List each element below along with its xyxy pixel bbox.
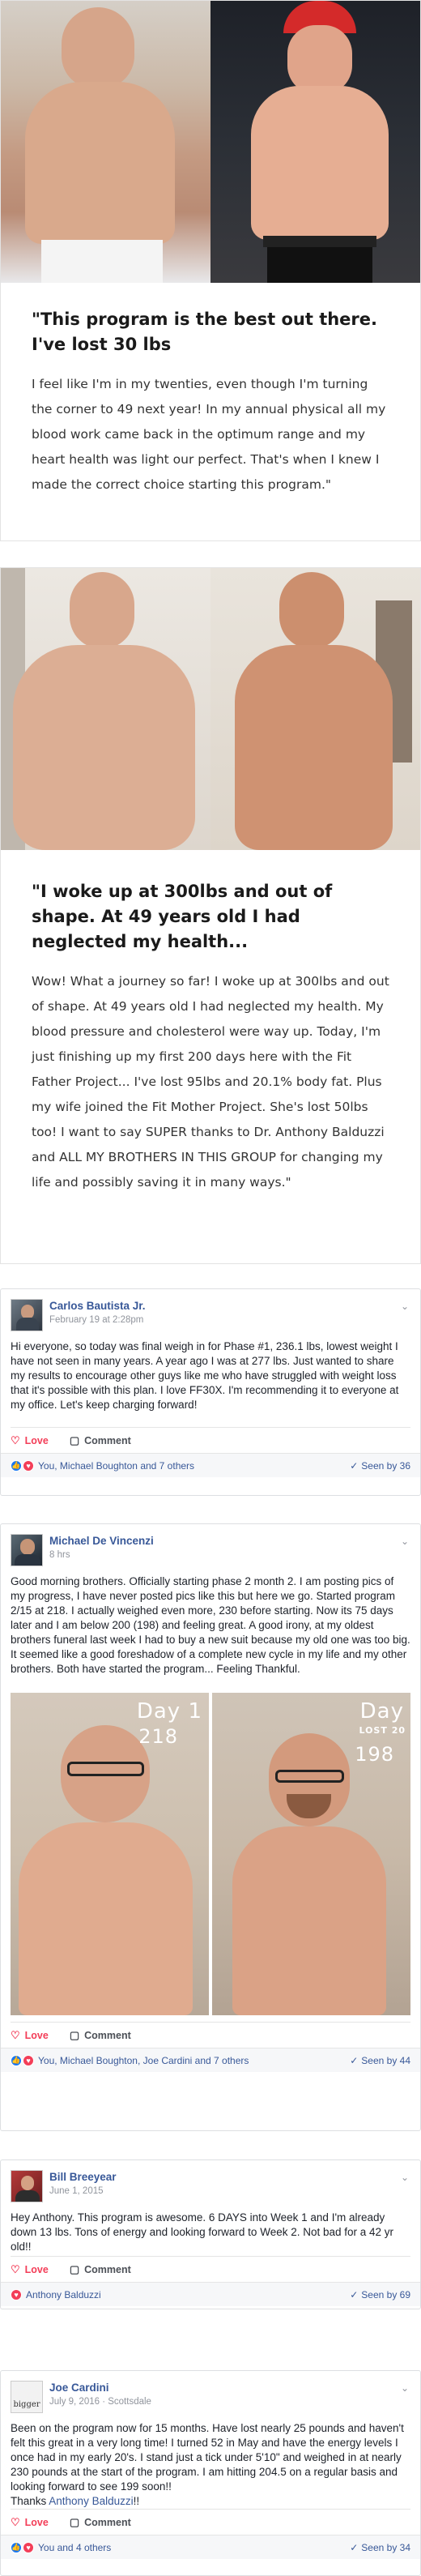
post-date[interactable]: July 9, 2016 · Scottsdale <box>49 2395 151 2408</box>
love-button[interactable]: ♡ Love <box>11 2029 49 2042</box>
comment-button[interactable]: ▢ Comment <box>70 2263 131 2276</box>
heart-icon: ♡ <box>11 2028 20 2041</box>
check-icon: ✓ <box>350 1459 359 1472</box>
heart-icon: ♥ <box>23 2541 34 2553</box>
facebook-post: bigger Joe Cardini July 9, 2016 · Scotts… <box>0 2370 421 2576</box>
testimonial-body: I feel like I'm in my twenties, even tho… <box>32 377 386 492</box>
love-button[interactable]: ♡ Love <box>11 1434 49 1447</box>
before-photo <box>1 1 210 283</box>
post-header: Carlos Bautista Jr. February 19 at 2:28p… <box>1 1289 420 1331</box>
post-header: bigger Joe Cardini July 9, 2016 · Scotts… <box>1 2371 420 2413</box>
chevron-down-icon[interactable]: ⌄ <box>401 2172 409 2183</box>
check-icon: ✓ <box>350 2541 359 2553</box>
avatar[interactable] <box>11 1534 43 1566</box>
author-name[interactable]: Bill Breeyear <box>49 2170 117 2185</box>
seen-by[interactable]: ✓ Seen by 34 <box>350 2542 410 2553</box>
post-header: Bill Breeyear June 1, 2015 ⌄ <box>1 2160 420 2202</box>
post-header: Michael De Vincenzi 8 hrs ⌄ <box>1 1524 420 1566</box>
reactions-text[interactable]: Anthony Balduzzi <box>26 2289 101 2300</box>
post-date[interactable]: 8 hrs <box>49 1549 154 1561</box>
chevron-down-icon[interactable]: ⌄ <box>401 1301 409 1312</box>
progress-photo-day1[interactable]: Day 1 218 <box>11 1693 209 2015</box>
heart-icon: ♡ <box>11 1433 20 1446</box>
before-photo <box>1 568 210 850</box>
heart-icon: ♥ <box>23 1459 34 1472</box>
seen-by[interactable]: ✓ Seen by 36 <box>350 1460 410 1472</box>
reactions-text[interactable]: You, Michael Boughton and 7 others <box>38 1460 194 1472</box>
post-actions: ♡ Love ▢ Comment <box>11 2256 410 2282</box>
comment-icon: ▢ <box>69 2262 80 2275</box>
author-name[interactable]: Michael De Vincenzi <box>49 1534 154 1549</box>
chevron-down-icon[interactable]: ⌄ <box>401 2382 409 2394</box>
like-icon: 👍 <box>11 1459 22 1472</box>
post-date[interactable]: June 1, 2015 <box>49 2185 117 2198</box>
before-after-photo <box>1 568 420 850</box>
reactions-bar: 👍 ♥ You, Michael Boughton, Joe Cardini a… <box>1 2048 420 2072</box>
after-photo <box>210 1 420 283</box>
facebook-post: Bill Breeyear June 1, 2015 ⌄ Hey Anthony… <box>0 2159 421 2309</box>
author-name[interactable]: Joe Cardini <box>49 2381 151 2395</box>
post-text: Been on the program now for 15 months. H… <box>11 2422 404 2507</box>
like-icon: 👍 <box>11 2541 22 2553</box>
heart-icon: ♡ <box>11 2515 20 2528</box>
post-actions: ♡ Love ▢ Comment <box>11 2509 410 2535</box>
seen-by[interactable]: ✓ Seen by 69 <box>350 2289 410 2300</box>
reactions-bar: 👍 ♥ You, Michael Boughton and 7 others ✓… <box>1 1453 420 1477</box>
post-text: Hey Anthony. This program is awesome. 6 … <box>11 2211 394 2253</box>
chevron-down-icon[interactable]: ⌄ <box>401 1536 409 1547</box>
post-date[interactable]: February 19 at 2:28pm <box>49 1314 146 1326</box>
love-button[interactable]: ♡ Love <box>11 2516 49 2529</box>
avatar[interactable] <box>11 2170 43 2202</box>
testimonial-quote: "This program is the best out there. I'v… <box>32 310 378 354</box>
testimonial-card-2: "I woke up at 300lbs and out of shape. A… <box>0 567 421 1264</box>
before-after-photo <box>1 1 420 283</box>
comment-button[interactable]: ▢ Comment <box>70 2516 131 2529</box>
progress-photo-current[interactable]: Day LOST 20 198 <box>212 1693 410 2015</box>
like-icon: 👍 <box>11 2054 22 2066</box>
post-actions: ♡ Love ▢ Comment <box>11 2022 410 2048</box>
post-actions: ♡ Love ▢ Comment <box>11 1427 410 1453</box>
avatar[interactable] <box>11 1299 43 1331</box>
facebook-post: Carlos Bautista Jr. February 19 at 2:28p… <box>0 1288 421 1496</box>
after-photo <box>210 568 420 850</box>
check-icon: ✓ <box>350 2054 359 2066</box>
post-text: Hi everyone, so today was final weigh in… <box>11 1340 399 1411</box>
love-button[interactable]: ♡ Love <box>11 2263 49 2276</box>
mention-link[interactable]: Anthony Balduzzi <box>49 2495 133 2507</box>
comment-icon: ▢ <box>69 2028 80 2041</box>
post-text: Good morning brothers. Officially starti… <box>11 1575 410 1675</box>
reactions-bar: ♥ Anthony Balduzzi ✓ Seen by 69 <box>1 2282 420 2306</box>
facebook-post: Michael De Vincenzi 8 hrs ⌄ Good morning… <box>0 1523 421 2131</box>
comment-button[interactable]: ▢ Comment <box>70 1434 131 1447</box>
comment-icon: ▢ <box>69 1433 80 1446</box>
author-name[interactable]: Carlos Bautista Jr. <box>49 1299 146 1314</box>
testimonial-card-1: "This program is the best out there. I'v… <box>0 0 421 541</box>
avatar[interactable]: bigger <box>11 2381 43 2413</box>
reactions-text[interactable]: You, Michael Boughton, Joe Cardini and 7… <box>38 2055 249 2066</box>
comment-icon: ▢ <box>69 2515 80 2528</box>
check-icon: ✓ <box>350 2288 359 2300</box>
heart-icon: ♥ <box>11 2288 22 2300</box>
seen-by[interactable]: ✓ Seen by 44 <box>350 2055 410 2066</box>
testimonial-body: Wow! What a journey so far! I woke up at… <box>32 974 389 1190</box>
progress-photos[interactable]: Day 1 218 Day LOST 20 198 <box>11 1693 410 2015</box>
heart-icon: ♥ <box>23 2054 34 2066</box>
heart-icon: ♡ <box>11 2262 20 2275</box>
reactions-text[interactable]: You and 4 others <box>38 2542 111 2553</box>
reactions-bar: 👍 ♥ You and 4 others ✓ Seen by 34 <box>1 2535 420 2559</box>
comment-button[interactable]: ▢ Comment <box>70 2029 131 2042</box>
testimonial-quote: "I woke up at 300lbs and out of shape. A… <box>32 882 333 951</box>
